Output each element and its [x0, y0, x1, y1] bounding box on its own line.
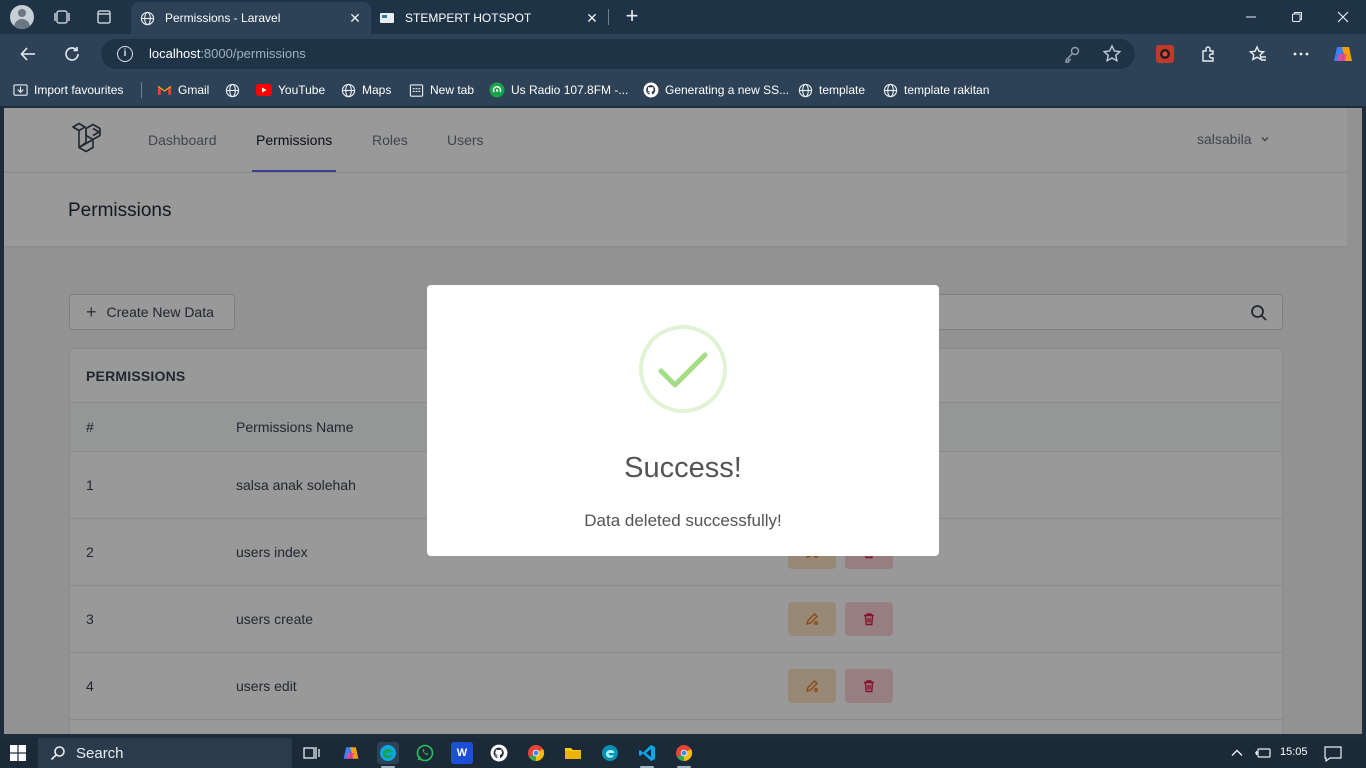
restore-icon[interactable] — [1274, 0, 1320, 34]
notifications-icon[interactable] — [1324, 746, 1342, 765]
word-icon[interactable]: W — [451, 742, 473, 764]
bookmark-generating-ssh[interactable]: Generating a new SS... — [643, 82, 789, 98]
taskbar-search-label: Search — [76, 744, 124, 762]
whatsapp-icon[interactable] — [414, 742, 436, 764]
tray-chevron-up-icon[interactable] — [1230, 746, 1244, 763]
bookmark-import-favourites[interactable]: Import favourites — [12, 82, 123, 98]
tab-permissions-laravel[interactable]: Permissions - Laravel ✕ — [131, 2, 371, 34]
file-explorer-icon[interactable] — [562, 742, 584, 764]
copilot-icon[interactable] — [1332, 43, 1354, 65]
bookmark-template[interactable]: template — [797, 82, 865, 98]
bookmark-maps[interactable]: Maps — [340, 82, 391, 98]
hotspot-favicon-icon — [379, 10, 395, 26]
tab-title: Permissions - Laravel — [165, 11, 281, 25]
browser-tab-bar: Permissions - Laravel ✕ STEMPERT HOTSPOT… — [0, 0, 1366, 34]
search-icon — [50, 746, 65, 761]
bookmarks-divider — [141, 82, 142, 98]
vscode-icon[interactable] — [636, 742, 658, 764]
new-tab-icon[interactable]: + — [620, 5, 644, 29]
edge-browser-icon[interactable] — [377, 742, 399, 764]
address-bar[interactable]: i localhost:8000/permissions — [101, 39, 1135, 69]
site-info-icon[interactable]: i — [117, 46, 133, 62]
tab-stempert-hotspot[interactable]: STEMPERT HOTSPOT ✕ — [371, 2, 608, 34]
bookmark-us-radio[interactable]: Us Radio 107.8FM -... — [489, 82, 628, 98]
close-tab-icon[interactable]: ✕ — [345, 8, 365, 28]
taskbar-search[interactable]: Search — [38, 738, 292, 768]
refresh-icon[interactable] — [60, 42, 84, 66]
tab-title: STEMPERT HOTSPOT — [405, 11, 532, 25]
edge-beta-icon[interactable] — [599, 742, 621, 764]
dialog-title: Success! — [624, 452, 742, 484]
github-icon — [643, 82, 659, 98]
workspaces-icon[interactable] — [50, 5, 74, 29]
gmail-icon — [156, 82, 172, 98]
extensions-puzzle-icon[interactable] — [1198, 43, 1220, 65]
favourites-icon[interactable] — [1247, 43, 1269, 65]
minimize-icon[interactable] — [1228, 0, 1274, 34]
bookmark-globe[interactable] — [224, 82, 246, 98]
favourite-star-icon[interactable] — [1102, 44, 1122, 64]
back-arrow-icon[interactable] — [16, 42, 40, 66]
taskbar-clock[interactable]: 15:05 — [1280, 746, 1308, 758]
success-check-icon — [658, 352, 708, 388]
password-key-icon[interactable] — [1063, 45, 1081, 63]
extension-red-icon[interactable] — [1154, 43, 1176, 65]
radio-icon — [489, 82, 505, 98]
windows-taskbar: Search W 15:05 — [0, 738, 1366, 768]
tab-divider — [608, 9, 609, 25]
bookmarks-bar: Import favourites Gmail YouTube Maps New… — [0, 74, 1366, 106]
success-dialog: Success! Data deleted successfully! — [427, 285, 939, 556]
dialog-message: Data deleted successfully! — [584, 511, 782, 530]
tab-actions-icon[interactable] — [92, 5, 116, 29]
bookmark-gmail[interactable]: Gmail — [156, 82, 209, 98]
import-icon — [12, 82, 28, 98]
globe-icon — [797, 82, 813, 98]
copilot-icon[interactable] — [340, 742, 362, 764]
globe-icon — [340, 82, 356, 98]
bookmark-template-rakitan[interactable]: template rakitan — [882, 82, 989, 98]
bookmark-new-tab[interactable]: New tab — [408, 82, 474, 98]
chrome-profile-icon[interactable] — [673, 742, 695, 764]
close-tab-icon[interactable]: ✕ — [582, 8, 602, 28]
close-window-icon[interactable] — [1320, 0, 1366, 34]
windows-start-icon[interactable] — [10, 745, 26, 761]
youtube-icon — [256, 82, 272, 98]
more-options-icon[interactable] — [1290, 43, 1312, 65]
newtab-icon — [408, 82, 424, 98]
battery-network-icon[interactable] — [1254, 746, 1272, 763]
task-view-icon[interactable] — [301, 742, 323, 764]
chrome-icon[interactable] — [525, 742, 547, 764]
profile-avatar-icon[interactable] — [10, 5, 34, 29]
globe-icon — [139, 10, 155, 26]
globe-icon — [882, 82, 898, 98]
bookmark-youtube[interactable]: YouTube — [256, 82, 325, 98]
github-desktop-icon[interactable] — [488, 742, 510, 764]
url-text: localhost:8000/permissions — [149, 46, 306, 61]
globe-icon — [224, 82, 240, 98]
